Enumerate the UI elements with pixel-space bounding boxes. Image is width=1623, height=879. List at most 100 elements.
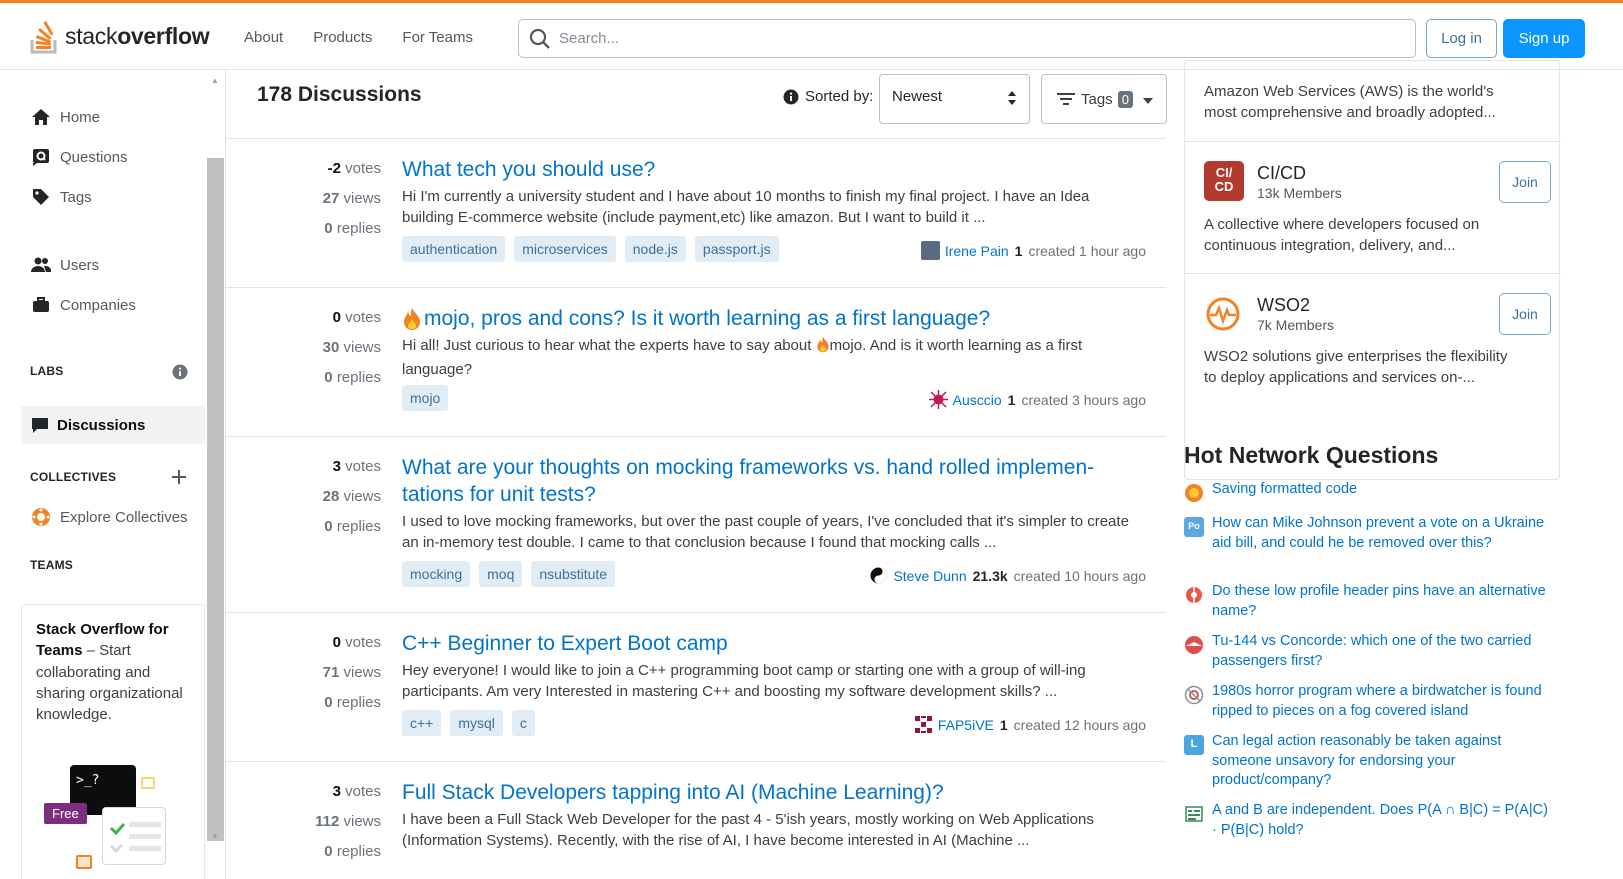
discussion-title-link[interactable]: mojo, pros and cons? Is it worth learnin… [402, 305, 1132, 332]
sidebar-item-discussions[interactable]: Discussions [21, 406, 205, 444]
views-count: 28 views [322, 488, 381, 505]
hot-question-item: L Can legal action reasonably be taken a… [1184, 732, 1554, 791]
hot-question-link[interactable]: A and B are independent. Does P(A ∩ B|C)… [1212, 801, 1554, 840]
collectives-icon [30, 506, 52, 528]
tag-authentication[interactable]: authentication [402, 236, 506, 262]
scroll-up-icon[interactable]: ▲ [211, 76, 219, 85]
stats-site-icon [1184, 804, 1204, 824]
explore-collectives-link[interactable]: Explore Collectives [30, 506, 188, 528]
signup-button[interactable]: Sign up [1503, 19, 1585, 58]
join-button[interactable]: Join [1499, 293, 1551, 335]
tag-mocking[interactable]: mocking [402, 561, 471, 587]
collectives-section-title: COLLECTIVES [30, 470, 117, 484]
nav-for-teams[interactable]: For Teams [390, 23, 485, 52]
collective-name[interactable]: CI/CD [1257, 163, 1306, 184]
collective-name[interactable]: WSO2 [1257, 295, 1310, 316]
collectives-widget: Amazon Web Services (AWS) is the world's… [1184, 60, 1561, 480]
teams-promo-text: Stack Overflow for Teams – Start collabo… [36, 621, 183, 724]
tags-count-badge: 0 [1117, 90, 1133, 108]
hot-question-link[interactable]: How can Mike Johnson prevent a vote on a… [1212, 514, 1554, 553]
teams-illustration: >_? Free [42, 765, 182, 875]
avatar[interactable] [920, 241, 940, 260]
search-icon [529, 28, 550, 49]
info-icon[interactable] [172, 364, 188, 383]
tag-list: mocking moq nsubstitute [402, 561, 616, 587]
reputation: 1 [1007, 391, 1016, 408]
scifi-site-icon [1184, 685, 1204, 705]
sidebar-item-label: Home [60, 108, 101, 126]
sidebar-item-home[interactable]: Home [30, 106, 100, 128]
discussion-excerpt: Hi all! Just curious to hear what the ex… [402, 336, 1083, 378]
discussion-excerpt: I have been a Full Stack Web Developer f… [402, 811, 1094, 849]
tags-filter-button[interactable]: Tags 0 [1041, 74, 1167, 124]
scroll-down-icon[interactable]: ▼ [211, 832, 219, 841]
avatar[interactable] [869, 566, 888, 585]
sidebar-item-users[interactable]: Users [30, 254, 99, 276]
stackoverflow-logo[interactable]: stackoverflow [30, 17, 210, 55]
plus-icon[interactable] [171, 469, 187, 488]
hot-question-link[interactable]: Tu-144 vs Concorde: which one of the two… [1212, 632, 1554, 671]
scrollbar-thumb[interactable] [207, 158, 224, 841]
discussion-title-link[interactable]: Full Stack Developers tapping into AI (M… [402, 779, 1132, 806]
views-count: 112 views [315, 813, 381, 830]
cicd-logo: CI/ CD [1204, 161, 1244, 201]
tag-mojo[interactable]: mojo [402, 385, 449, 411]
sidebar-item-label: Users [60, 256, 100, 274]
user-link[interactable]: Irene Pain [945, 243, 1009, 259]
created-time: created 1 hour ago [1028, 242, 1146, 259]
discussion-title-link[interactable]: What tech you should use? [402, 156, 1132, 183]
collective-desc-aws: Amazon Web Services (AWS) is the world's… [1204, 83, 1496, 121]
tag-nsubstitute[interactable]: nsubstitute [531, 561, 616, 587]
sidebar-scrollbar[interactable] [207, 158, 224, 850]
user-link[interactable]: Ausccio [953, 392, 1002, 408]
created-time: created 3 hours ago [1021, 391, 1146, 408]
votes-count: 0 votes [332, 634, 381, 651]
sort-select-value: Newest [892, 88, 943, 105]
sort-select[interactable]: Newest [879, 74, 1030, 124]
avatar[interactable] [928, 390, 948, 409]
sidebar-item-tags[interactable]: Tags [30, 186, 92, 208]
created-time: created 10 hours ago [1013, 567, 1146, 584]
user-link[interactable]: FAP5iVE [938, 717, 994, 733]
discussion-item: -2 votes 27 views 0 replies What tech yo… [226, 138, 1166, 287]
avatar[interactable] [913, 715, 933, 734]
discussion-title-link[interactable]: What are your thoughts on mocking framew… [402, 454, 1102, 508]
reputation: 1 [999, 716, 1008, 733]
hot-question-link[interactable]: Do these low profile header pins have an… [1212, 582, 1554, 621]
hot-question-link[interactable]: Saving formatted code [1212, 480, 1357, 503]
join-button[interactable]: Join [1499, 161, 1551, 203]
fire-icon [816, 336, 830, 359]
tag-moq[interactable]: moq [479, 561, 523, 587]
tag-nodejs[interactable]: node.js [624, 236, 686, 262]
sidebar-item-questions[interactable]: Questions [30, 146, 128, 168]
teams-section-title: TEAMS [30, 558, 73, 572]
tag-microservices[interactable]: microservices [514, 236, 616, 262]
questions-icon [30, 146, 52, 168]
post-meta: Ausccio 1 created 3 hours ago [928, 390, 1146, 409]
discussion-item: 0 votes 71 views 0 replies C++ Beginner … [226, 612, 1166, 761]
tag-passportjs[interactable]: passport.js [694, 236, 779, 262]
tag-c[interactable]: c [511, 710, 535, 736]
discussion-title-link[interactable]: C++ Beginner to Expert Boot camp [402, 630, 1132, 657]
sidebar-item-companies[interactable]: Companies [30, 294, 136, 316]
collective-members: 7k Members [1257, 317, 1335, 333]
login-button[interactable]: Log in [1426, 19, 1497, 58]
search-input[interactable] [559, 30, 1359, 47]
post-meta: FAP5iVE 1 created 12 hours ago [913, 715, 1146, 734]
info-icon[interactable] [783, 89, 799, 105]
nav-products[interactable]: Products [301, 23, 384, 52]
free-badge: Free [44, 803, 87, 824]
tag-icon [30, 186, 52, 208]
user-link[interactable]: Steve Dunn [893, 568, 966, 584]
stackoverflow-logo-icon [30, 21, 57, 54]
votes-count: 3 votes [332, 458, 381, 475]
tag-mysql[interactable]: mysql [450, 710, 503, 736]
nav-about[interactable]: About [232, 23, 295, 52]
search-box[interactable] [518, 19, 1416, 58]
collective-members: 13k Members [1257, 185, 1342, 201]
hot-question-link[interactable]: Can legal action reasonably be taken aga… [1212, 732, 1554, 791]
tag-cpp[interactable]: c++ [402, 710, 442, 736]
tag-list: authentication microservices node.js pas… [402, 236, 779, 262]
hot-question-link[interactable]: 1980s horror program where a birdwatcher… [1212, 682, 1554, 721]
labs-section-title: LABS [30, 364, 64, 378]
